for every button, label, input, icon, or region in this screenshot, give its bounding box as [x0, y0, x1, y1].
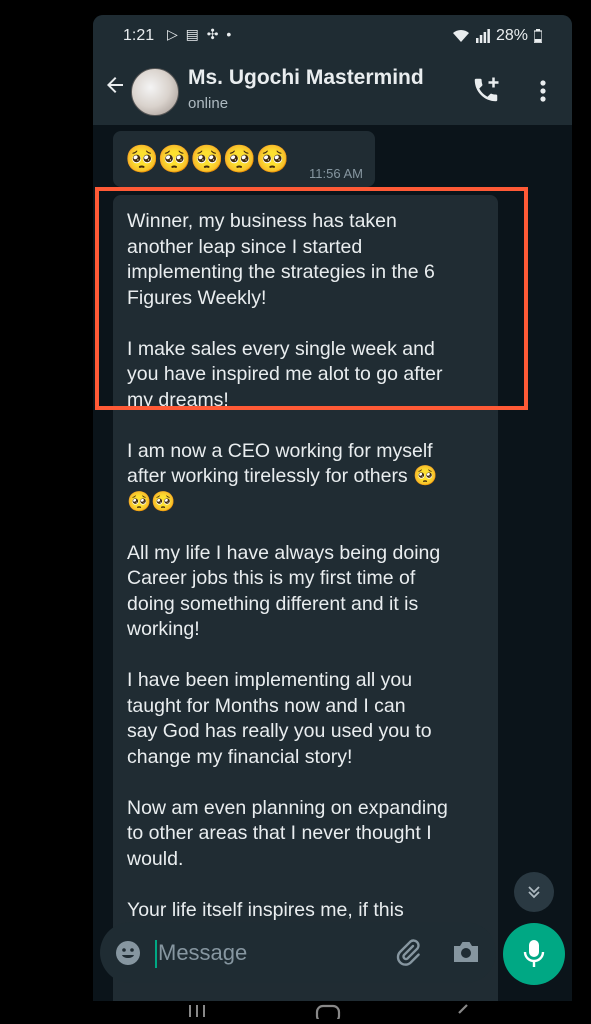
call-add-icon[interactable]: [471, 75, 501, 105]
voice-record-button[interactable]: [503, 923, 565, 985]
emoji-icon[interactable]: [114, 939, 142, 967]
more-vert-icon[interactable]: [533, 77, 553, 107]
highlight-box: [95, 187, 528, 410]
signal-icon: [475, 29, 490, 43]
double-chevron-down-icon: [528, 886, 540, 899]
phone-screen: 1:21 ▷ ▤ ✣ • 28% Ms. Ugochi Mastermind o…: [93, 15, 572, 1024]
status-time: 1:21: [123, 27, 155, 44]
contact-status: online: [188, 95, 229, 112]
battery-percent: 28%: [495, 27, 528, 44]
microphone-icon: [523, 940, 545, 967]
home-icon[interactable]: [315, 1003, 341, 1024]
camera-icon[interactable]: [451, 938, 481, 966]
system-nav-bar: [93, 1001, 572, 1024]
chat-header: Ms. Ugochi Mastermind online: [93, 59, 572, 125]
message-bubble[interactable]: 🥺🥺🥺🥺🥺 11:56 AM: [113, 131, 375, 187]
message-timestamp: 11:56 AM: [309, 166, 363, 181]
scroll-to-bottom-button[interactable]: [514, 872, 554, 912]
avatar[interactable]: [131, 68, 179, 116]
status-right: 28%: [452, 27, 542, 45]
battery-icon: [534, 29, 542, 43]
contact-name[interactable]: Ms. Ugochi Mastermind: [188, 66, 424, 90]
recent-apps-icon[interactable]: [188, 1003, 206, 1022]
wifi-icon: [452, 29, 469, 42]
message-composer[interactable]: Message: [100, 922, 496, 983]
text-caret: [155, 940, 157, 968]
message-input[interactable]: Message: [158, 940, 247, 966]
back-nav-icon[interactable]: [455, 1003, 469, 1022]
message-text: 🥺🥺🥺🥺🥺: [125, 144, 289, 174]
status-bar: 1:21 ▷ ▤ ✣ • 28%: [93, 15, 572, 59]
back-arrow-icon[interactable]: [103, 73, 127, 104]
notification-icons: ▷ ▤ ✣ •: [167, 26, 234, 42]
attach-icon[interactable]: [393, 937, 423, 967]
